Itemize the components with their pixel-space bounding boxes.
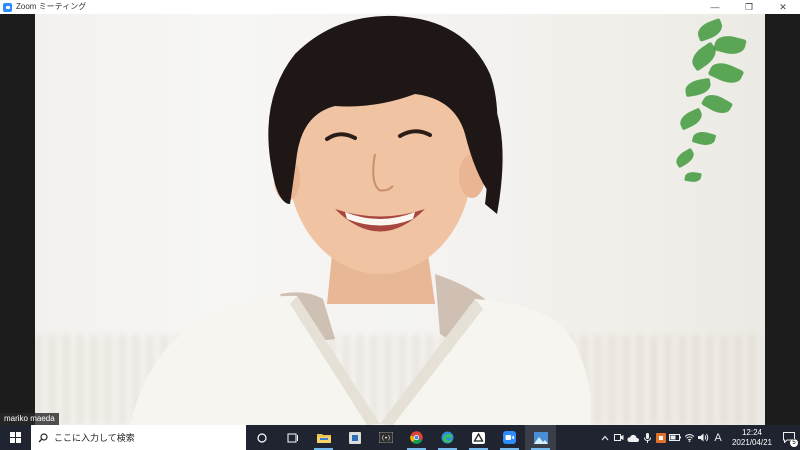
media-app-button[interactable]: (•) bbox=[370, 425, 401, 450]
meet-now-button[interactable] bbox=[612, 425, 626, 450]
file-explorer-button[interactable] bbox=[308, 425, 339, 450]
task-view-button[interactable] bbox=[277, 425, 308, 450]
windows-taskbar: ここに入力して検索 (•) A 12:24 2021/04/21 5 bbox=[0, 425, 800, 450]
search-placeholder: ここに入力して検索 bbox=[54, 433, 135, 443]
microphone-button[interactable] bbox=[640, 425, 654, 450]
zoom-icon bbox=[503, 431, 516, 444]
wifi-button[interactable] bbox=[682, 425, 696, 450]
battery-icon bbox=[669, 434, 681, 441]
snip-tool-icon bbox=[348, 431, 361, 444]
video-area bbox=[0, 14, 800, 425]
chrome-icon bbox=[410, 431, 423, 444]
battery-button[interactable] bbox=[668, 425, 682, 450]
drive-icon bbox=[472, 431, 485, 444]
folder-icon bbox=[316, 434, 331, 443]
start-button[interactable] bbox=[0, 425, 31, 450]
show-hidden-icons-button[interactable] bbox=[598, 425, 612, 450]
task-view-icon bbox=[287, 433, 298, 442]
cortana-icon bbox=[256, 432, 267, 443]
window-controls: — ❐ ✕ bbox=[698, 0, 800, 14]
participant-video[interactable] bbox=[35, 14, 765, 425]
tray-app-button[interactable] bbox=[654, 425, 668, 450]
restore-button[interactable]: ❐ bbox=[732, 0, 766, 14]
camera-icon bbox=[614, 434, 624, 441]
cortana-button[interactable] bbox=[246, 425, 277, 450]
clock-date: 2021/04/21 bbox=[731, 437, 773, 447]
photos-button[interactable] bbox=[525, 425, 556, 450]
clock-time: 12:24 bbox=[741, 427, 763, 437]
window-titlebar: Zoom ミーティング — ❐ ✕ bbox=[0, 0, 800, 14]
photos-icon bbox=[533, 431, 548, 444]
microphone-icon bbox=[643, 432, 651, 443]
svg-text:(•): (•) bbox=[381, 435, 389, 442]
taskbar-search-box[interactable]: ここに入力して検索 bbox=[31, 425, 246, 450]
onedrive-button[interactable] bbox=[626, 425, 640, 450]
volume-button[interactable] bbox=[696, 425, 710, 450]
action-center-button[interactable]: 5 bbox=[778, 425, 800, 450]
clock[interactable]: 12:24 2021/04/21 bbox=[730, 428, 774, 448]
chrome-button[interactable] bbox=[401, 425, 432, 450]
window-title: Zoom ミーティング bbox=[16, 2, 87, 11]
close-button[interactable]: ✕ bbox=[766, 0, 800, 14]
chevron-up-icon bbox=[601, 435, 609, 440]
snip-tool-button[interactable] bbox=[339, 425, 370, 450]
notification-count-badge: 5 bbox=[790, 439, 798, 447]
system-tray: A 12:24 2021/04/21 5 bbox=[598, 425, 800, 450]
drive-button[interactable] bbox=[463, 425, 494, 450]
windows-logo-icon bbox=[10, 432, 21, 443]
participant-name-label: mariko maeda bbox=[0, 413, 59, 425]
wifi-icon bbox=[684, 434, 694, 442]
minimize-button[interactable]: — bbox=[698, 0, 732, 14]
tray-app-icon bbox=[656, 432, 666, 443]
zoom-app-icon bbox=[3, 2, 12, 12]
volume-icon bbox=[697, 433, 708, 442]
ime-indicator[interactable]: A bbox=[710, 425, 726, 450]
participant-figure bbox=[130, 15, 591, 425]
cloud-icon bbox=[627, 434, 639, 442]
edge-icon bbox=[441, 431, 454, 444]
search-icon bbox=[38, 432, 48, 442]
zoom-taskbar-button[interactable] bbox=[494, 425, 525, 450]
media-app-icon: (•) bbox=[378, 432, 393, 443]
edge-button[interactable] bbox=[432, 425, 463, 450]
